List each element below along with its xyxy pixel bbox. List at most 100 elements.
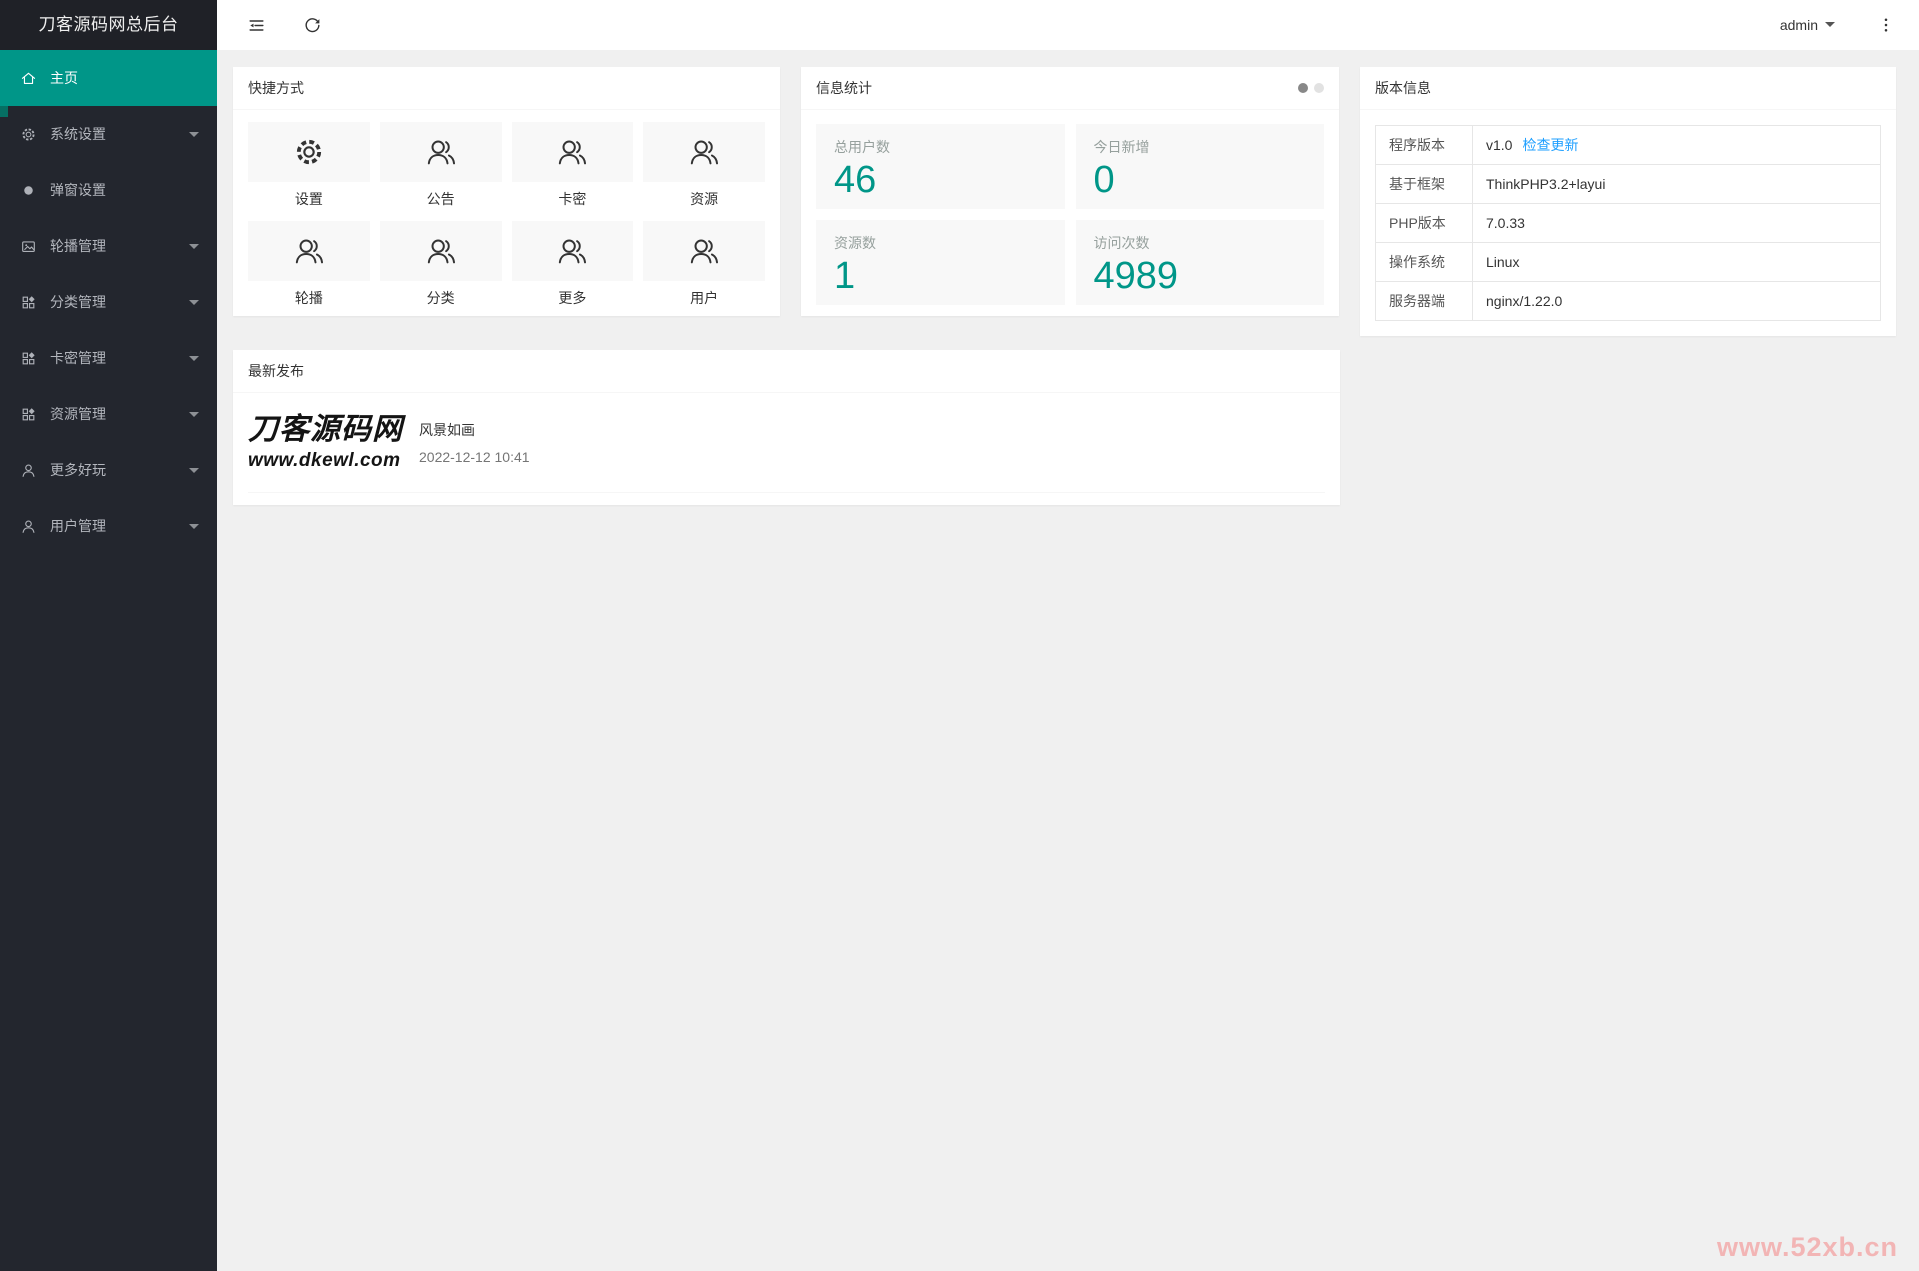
friends-icon	[555, 135, 589, 169]
sidebar-item-home[interactable]: 主页	[0, 50, 217, 106]
sidebar-item-label: 卡密管理	[50, 348, 106, 368]
latest-body: 刀客源码网 www.dkewl.com 风景如画 2022-12-12 10:4…	[233, 393, 1340, 505]
topbar: admin	[217, 0, 1919, 50]
image-icon	[20, 238, 37, 255]
version-card-header: 版本信息	[1360, 67, 1896, 110]
sidebar-item-popup-settings[interactable]: 弹窗设置	[0, 162, 217, 218]
friends-icon	[555, 234, 589, 268]
shortcut-label: 公告	[380, 182, 502, 221]
stat-label: 访问次数	[1094, 233, 1307, 253]
post-date: 2022-12-12 10:41	[419, 449, 530, 465]
chevron-down-icon	[189, 132, 199, 142]
sidebar: 刀客源码网总后台 主页 系统设置 弹窗设置 轮播管理 分类	[0, 0, 217, 1271]
card-title: 版本信息	[1375, 67, 1881, 110]
sidebar-item-system-settings[interactable]: 系统设置	[0, 106, 217, 162]
shortcut-users: 用户	[643, 221, 765, 320]
content: 快捷方式 设置 公告	[217, 50, 1919, 1271]
shortcut-label: 更多	[512, 281, 634, 320]
sidebar-item-label: 轮播管理	[50, 236, 106, 256]
check-update-link[interactable]: 检查更新	[1522, 137, 1578, 153]
stats-body: 总用户数 46 今日新增 0 资源数 1 访问次数	[801, 110, 1339, 319]
shortcut-label: 分类	[380, 281, 502, 320]
sidebar-item-card-keys[interactable]: 卡密管理	[0, 330, 217, 386]
chevron-down-icon	[189, 412, 199, 422]
card-title: 最新发布	[248, 350, 1325, 393]
component-icon	[20, 350, 37, 367]
refresh-icon[interactable]	[303, 16, 322, 35]
gear-icon	[20, 126, 37, 143]
carousel-dot-active[interactable]	[1298, 83, 1308, 93]
table-row: 服务器端 nginx/1.22.0	[1376, 282, 1881, 321]
shortcut-tile-more[interactable]	[512, 221, 634, 281]
sidebar-item-more-fun[interactable]: 更多好玩	[0, 442, 217, 498]
sidebar-item-label: 资源管理	[50, 404, 106, 424]
version-row-value: 7.0.33	[1473, 204, 1881, 243]
friends-icon	[687, 234, 721, 268]
gear-icon	[292, 135, 326, 169]
user-menu[interactable]: admin	[1780, 17, 1835, 33]
friends-icon	[292, 234, 326, 268]
version-row-label: 基于框架	[1376, 165, 1473, 204]
more-options-icon[interactable]	[1877, 16, 1895, 34]
sidebar-item-categories[interactable]: 分类管理	[0, 274, 217, 330]
card-title: 信息统计	[816, 67, 1298, 110]
version-body: 程序版本 v1.0检查更新 基于框架 ThinkPHP3.2+layui PHP	[1360, 110, 1896, 336]
table-row: 基于框架 ThinkPHP3.2+layui	[1376, 165, 1881, 204]
shortcut-tile-announcement[interactable]	[380, 122, 502, 182]
list-item[interactable]: 刀客源码网 www.dkewl.com 风景如画 2022-12-12 10:4…	[248, 407, 1325, 493]
carousel-dot[interactable]	[1314, 83, 1324, 93]
shortcuts-card: 快捷方式 设置 公告	[233, 67, 780, 316]
shortcuts-body: 设置 公告 卡密 资源	[233, 110, 780, 320]
sidebar-item-label: 主页	[50, 68, 78, 88]
sidebar-item-users[interactable]: 用户管理	[0, 498, 217, 554]
dkewl-logo: 刀客源码网 www.dkewl.com	[248, 415, 400, 470]
version-table: 程序版本 v1.0检查更新 基于框架 ThinkPHP3.2+layui PHP	[1375, 125, 1881, 321]
stat-label: 总用户数	[834, 137, 1047, 157]
chevron-down-icon	[189, 356, 199, 366]
shortcut-tile-settings[interactable]	[248, 122, 370, 182]
shortcut-tile-carousel[interactable]	[248, 221, 370, 281]
carousel-dots	[1298, 83, 1324, 93]
shortcut-tile-categories[interactable]	[380, 221, 502, 281]
shortcut-label: 资源	[643, 182, 765, 221]
circle-icon	[20, 182, 37, 199]
user-icon	[20, 462, 37, 479]
stat-visits: 访问次数 4989	[1076, 220, 1325, 305]
stats-card-header: 信息统计	[801, 67, 1339, 110]
shortcut-card-keys: 卡密	[512, 122, 634, 221]
latest-card: 最新发布 刀客源码网 www.dkewl.com 风景如画 2022-12-12…	[233, 350, 1340, 505]
shortcut-label: 用户	[643, 281, 765, 320]
shortcut-tile-card-keys[interactable]	[512, 122, 634, 182]
shortcut-more: 更多	[512, 221, 634, 320]
post-info: 风景如画 2022-12-12 10:41	[419, 420, 530, 465]
version-row-value: ThinkPHP3.2+layui	[1473, 165, 1881, 204]
latest-row: 最新发布 刀客源码网 www.dkewl.com 风景如画 2022-12-12…	[233, 350, 1896, 505]
program-version: v1.0	[1486, 137, 1512, 153]
stat-total-users: 总用户数 46	[816, 124, 1065, 209]
version-card: 版本信息 程序版本 v1.0 检查更新 基于框架	[1360, 67, 1896, 336]
version-row-label: 操作系统	[1376, 243, 1473, 282]
user-icon	[20, 518, 37, 535]
shortcuts-card-header: 快捷方式	[233, 67, 780, 110]
sidebar-item-carousel[interactable]: 轮播管理	[0, 218, 217, 274]
friends-icon	[424, 234, 458, 268]
card-title: 快捷方式	[248, 67, 765, 110]
friends-icon	[687, 135, 721, 169]
chevron-down-icon	[189, 468, 199, 478]
version-row-value: v1.0 检查更新	[1473, 126, 1881, 165]
watermark: www.52xb.cn	[1717, 1232, 1898, 1263]
collapse-sidebar-icon[interactable]	[247, 16, 266, 35]
chevron-down-icon	[189, 300, 199, 310]
logo-text: 刀客源码网	[248, 415, 400, 445]
version-row-label: 程序版本	[1376, 126, 1473, 165]
latest-card-header: 最新发布	[233, 350, 1340, 393]
sidebar-item-resources[interactable]: 资源管理	[0, 386, 217, 442]
shortcut-tile-resources[interactable]	[643, 122, 765, 182]
component-icon	[20, 294, 37, 311]
chevron-down-icon	[189, 524, 199, 534]
nav-active-bar	[0, 106, 8, 117]
top-cards-row: 快捷方式 设置 公告	[233, 67, 1896, 336]
admin-app: 刀客源码网总后台 主页 系统设置 弹窗设置 轮播管理 分类	[0, 0, 1919, 1271]
shortcut-tile-users[interactable]	[643, 221, 765, 281]
version-row-label: 服务器端	[1376, 282, 1473, 321]
